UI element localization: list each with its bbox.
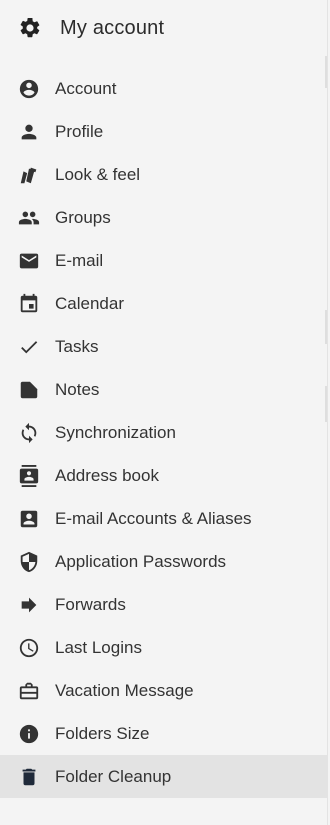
- menu-item-label: Synchronization: [55, 422, 176, 442]
- sync-icon: [17, 421, 41, 445]
- note-icon: [17, 378, 41, 402]
- menu-item-label: Application Passwords: [55, 551, 227, 571]
- menu-item-label: Account: [55, 78, 117, 98]
- menu-item-email-accounts-aliases[interactable]: E-mail Accounts & Aliases: [0, 497, 327, 540]
- menu-item-label: Calendar: [55, 293, 124, 313]
- menu-item-label: Look & feel: [55, 164, 141, 184]
- menu-item-email[interactable]: E-mail: [0, 239, 327, 282]
- menu-item-tasks[interactable]: Tasks: [0, 325, 327, 368]
- contact-card-icon: [17, 507, 41, 531]
- swatches-icon: [17, 163, 41, 187]
- page-title: My account: [60, 16, 165, 39]
- menu-item-label: Last Logins: [55, 637, 142, 657]
- menu-item-folders-size[interactable]: Folders Size: [0, 712, 327, 755]
- menu-item-label: Groups: [55, 207, 111, 227]
- menu-item-folder-cleanup[interactable]: Folder Cleanup: [0, 755, 327, 798]
- menu-item-label: Tasks: [55, 336, 99, 356]
- menu-item-account[interactable]: Account: [0, 67, 327, 110]
- clock-icon: [17, 636, 41, 660]
- contacts-book-icon: [17, 464, 41, 488]
- menu-item-label: Vacation Message: [55, 680, 194, 700]
- menu-item-forwards[interactable]: Forwards: [0, 583, 327, 626]
- menu-item-application-passwords[interactable]: Application Passwords: [0, 540, 327, 583]
- gear-icon: [18, 16, 42, 40]
- divider: [325, 56, 327, 88]
- divider: [325, 310, 327, 344]
- settings-menu: Account Profile Look & feel Groups E-mai…: [0, 67, 327, 798]
- menu-item-profile[interactable]: Profile: [0, 110, 327, 153]
- menu-item-calendar[interactable]: Calendar: [0, 282, 327, 325]
- menu-item-label: E-mail Accounts & Aliases: [55, 508, 252, 528]
- menu-item-label: Folder Cleanup: [55, 766, 172, 786]
- calendar-icon: [17, 292, 41, 316]
- menu-item-label: Forwards: [55, 594, 126, 614]
- menu-item-label: E-mail: [55, 250, 104, 270]
- arrow-right-icon: [17, 593, 41, 617]
- info-icon: [17, 722, 41, 746]
- menu-item-last-logins[interactable]: Last Logins: [0, 626, 327, 669]
- shield-icon: [17, 550, 41, 574]
- menu-item-address-book[interactable]: Address book: [0, 454, 327, 497]
- check-icon: [17, 335, 41, 359]
- menu-item-vacation-message[interactable]: Vacation Message: [0, 669, 327, 712]
- account-circle-icon: [17, 77, 41, 101]
- menu-item-look-and-feel[interactable]: Look & feel: [0, 153, 327, 196]
- menu-item-label: Notes: [55, 379, 100, 399]
- envelope-icon: [17, 249, 41, 273]
- account-settings-panel: My account Account Profile Look & feel G…: [0, 0, 328, 825]
- suitcase-icon: [17, 679, 41, 703]
- menu-item-label: Address book: [55, 465, 159, 485]
- person-icon: [17, 120, 41, 144]
- menu-item-synchronization[interactable]: Synchronization: [0, 411, 327, 454]
- menu-item-notes[interactable]: Notes: [0, 368, 327, 411]
- menu-item-label: Profile: [55, 121, 104, 141]
- trash-icon: [17, 765, 41, 789]
- menu-item-label: Folders Size: [55, 723, 150, 743]
- panel-header: My account: [0, 0, 327, 56]
- menu-item-groups[interactable]: Groups: [0, 196, 327, 239]
- group-icon: [17, 206, 41, 230]
- divider: [325, 386, 327, 422]
